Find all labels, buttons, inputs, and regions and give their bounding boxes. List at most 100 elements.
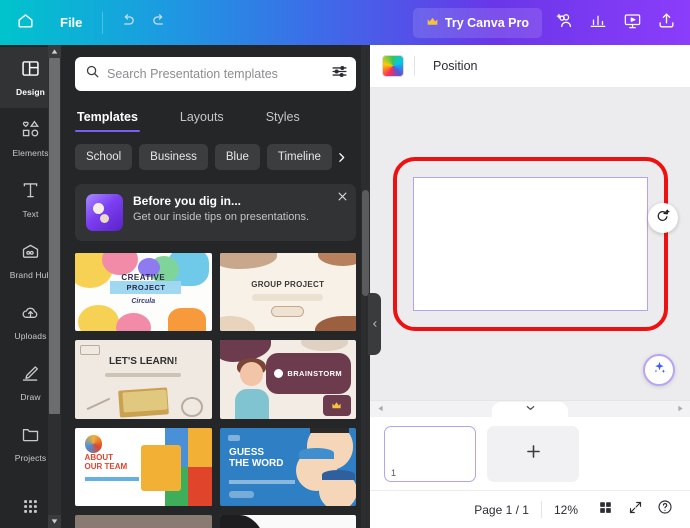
template-subtitle-bar	[105, 373, 182, 377]
template-speech-bubble: BRAINSTORM	[265, 353, 351, 394]
template-card-guess-the-word[interactable]: GUESS THE WORD	[219, 427, 356, 507]
template-quad-yellow	[188, 427, 212, 468]
filter-chips: School Business Blue Timeline	[61, 132, 370, 170]
horizontal-scrollbar[interactable]	[370, 400, 690, 418]
apps-grid-icon	[21, 497, 40, 521]
template-title-line1: ABOUT	[84, 453, 113, 463]
template-title-line1: GUESS	[229, 446, 265, 458]
help-question-icon	[657, 499, 673, 520]
scroll-up-arrow[interactable]	[48, 45, 61, 58]
pages-strip: 1	[370, 417, 690, 490]
present-button[interactable]	[616, 7, 648, 39]
close-icon[interactable]	[335, 189, 349, 203]
folder-icon	[20, 424, 41, 450]
left-rail: Design Elements Text Brand Hub Uploads D…	[0, 45, 61, 528]
sidebar-item-brand-hub-label: Brand Hub	[9, 270, 52, 280]
template-book-shape-2	[122, 389, 168, 413]
canvas-stage[interactable]	[370, 88, 690, 400]
magic-studio-button[interactable]	[643, 354, 675, 386]
template-title: BRAINSTORM	[287, 368, 343, 378]
share-button[interactable]	[650, 7, 682, 39]
top-bar-actions	[548, 7, 682, 39]
tab-templates[interactable]: Templates	[75, 101, 140, 132]
page-thumbnail-1[interactable]: 1	[384, 425, 476, 482]
template-title: GUESS THE WORD	[229, 447, 283, 469]
home-button[interactable]	[8, 6, 42, 40]
add-collaborator-icon	[555, 11, 574, 35]
pen-draw-icon	[20, 363, 41, 389]
chevron-left-icon	[371, 315, 379, 333]
share-upload-icon	[657, 11, 676, 35]
search-input[interactable]	[107, 67, 324, 81]
editor-body: Design Elements Text Brand Hub Uploads D…	[0, 45, 690, 528]
toolbar-divider	[102, 11, 104, 34]
add-page-button[interactable]	[487, 425, 579, 482]
undo-button[interactable]	[111, 7, 143, 39]
search-box[interactable]	[75, 57, 356, 91]
add-collaborator-button[interactable]	[548, 7, 580, 39]
template-title-line2: OUR TEAM	[84, 462, 128, 472]
present-icon	[623, 11, 642, 35]
promo-title: Before you dig in...	[133, 194, 242, 208]
grid-view-icon	[598, 500, 613, 520]
panel-scrollbar[interactable]	[361, 45, 370, 528]
chip-timeline[interactable]: Timeline	[266, 144, 332, 170]
magic-sparkle-icon	[651, 359, 668, 381]
chip-blue[interactable]: Blue	[214, 144, 260, 170]
template-card-group-project[interactable]: GROUP PROJECT	[219, 253, 356, 332]
grid-view-button[interactable]	[590, 495, 620, 525]
fullscreen-button[interactable]	[620, 495, 650, 525]
panel-scroll-thumb[interactable]	[362, 189, 369, 297]
help-button[interactable]	[650, 495, 680, 525]
chip-school[interactable]: School	[75, 144, 133, 170]
redo-button[interactable]	[143, 7, 175, 39]
template-card-creative-project[interactable]: CREATIVE PROJECT Circula	[75, 253, 212, 332]
template-logo	[84, 435, 103, 453]
scroll-right-arrow[interactable]	[673, 405, 687, 414]
template-card-row4-right[interactable]: Beverly Le Vanity	[219, 515, 356, 528]
filter-sliders-icon[interactable]	[331, 63, 348, 85]
template-card-lets-learn[interactable]: LET'S LEARN!	[75, 340, 212, 419]
rail-scroll-track[interactable]	[48, 58, 61, 515]
rainbow-color-swatch[interactable]	[382, 55, 404, 77]
try-canva-pro-button[interactable]: Try Canva Pro	[412, 7, 542, 38]
panel-tabs: Templates Layouts Styles	[61, 101, 370, 132]
template-quad-red	[188, 467, 212, 507]
context-divider	[414, 56, 415, 76]
rail-scrollbar[interactable]	[48, 45, 61, 528]
text-t-icon	[20, 180, 41, 206]
collapse-panel-handle[interactable]	[368, 293, 381, 355]
scroll-down-arrow[interactable]	[48, 515, 61, 528]
home-icon	[16, 11, 35, 35]
canva-editor-window: File Try Canva Pro Design Elements Text …	[0, 0, 690, 528]
chip-business[interactable]: Business	[139, 144, 208, 170]
scroll-left-arrow[interactable]	[373, 405, 387, 414]
tab-layouts[interactable]: Layouts	[178, 101, 226, 132]
sidebar-item-elements-label: Elements	[12, 148, 49, 158]
template-person-body	[234, 389, 269, 419]
rotate-add-icon	[655, 208, 670, 228]
editor-area: Position 1 Page 1 / 1 12%	[370, 45, 690, 528]
template-card-row4-left[interactable]	[75, 515, 212, 528]
slide-wrapper	[392, 157, 678, 331]
position-button[interactable]: Position	[425, 53, 485, 79]
template-title-line2: PROJECT	[126, 283, 166, 293]
rail-scroll-thumb[interactable]	[49, 58, 60, 415]
template-shape-dark	[219, 515, 269, 528]
tab-styles[interactable]: Styles	[264, 101, 302, 132]
analytics-button[interactable]	[582, 7, 614, 39]
promo-text: Before you dig in... Get our inside tips…	[133, 194, 309, 231]
add-comment-button[interactable]	[647, 203, 678, 233]
context-toolbar: Position	[370, 45, 690, 88]
pages-panel-toggle[interactable]	[492, 402, 568, 418]
file-menu-button[interactable]: File	[48, 9, 94, 36]
page-indicator[interactable]: Page 1 / 1	[462, 503, 541, 517]
template-title-line2: THE WORD	[229, 457, 284, 469]
template-card-brainstorm[interactable]: BRAINSTORM	[219, 340, 356, 419]
zoom-level[interactable]: 12%	[542, 503, 590, 517]
template-grid: CREATIVE PROJECT Circula GROUP PROJECT L…	[61, 241, 370, 528]
template-card-about-our-team[interactable]: ABOUT OUR TEAM	[75, 427, 212, 507]
promo-banner[interactable]: Before you dig in... Get our inside tips…	[75, 184, 356, 241]
slide-canvas[interactable]	[412, 177, 648, 311]
chevron-right-icon[interactable]	[335, 151, 348, 164]
